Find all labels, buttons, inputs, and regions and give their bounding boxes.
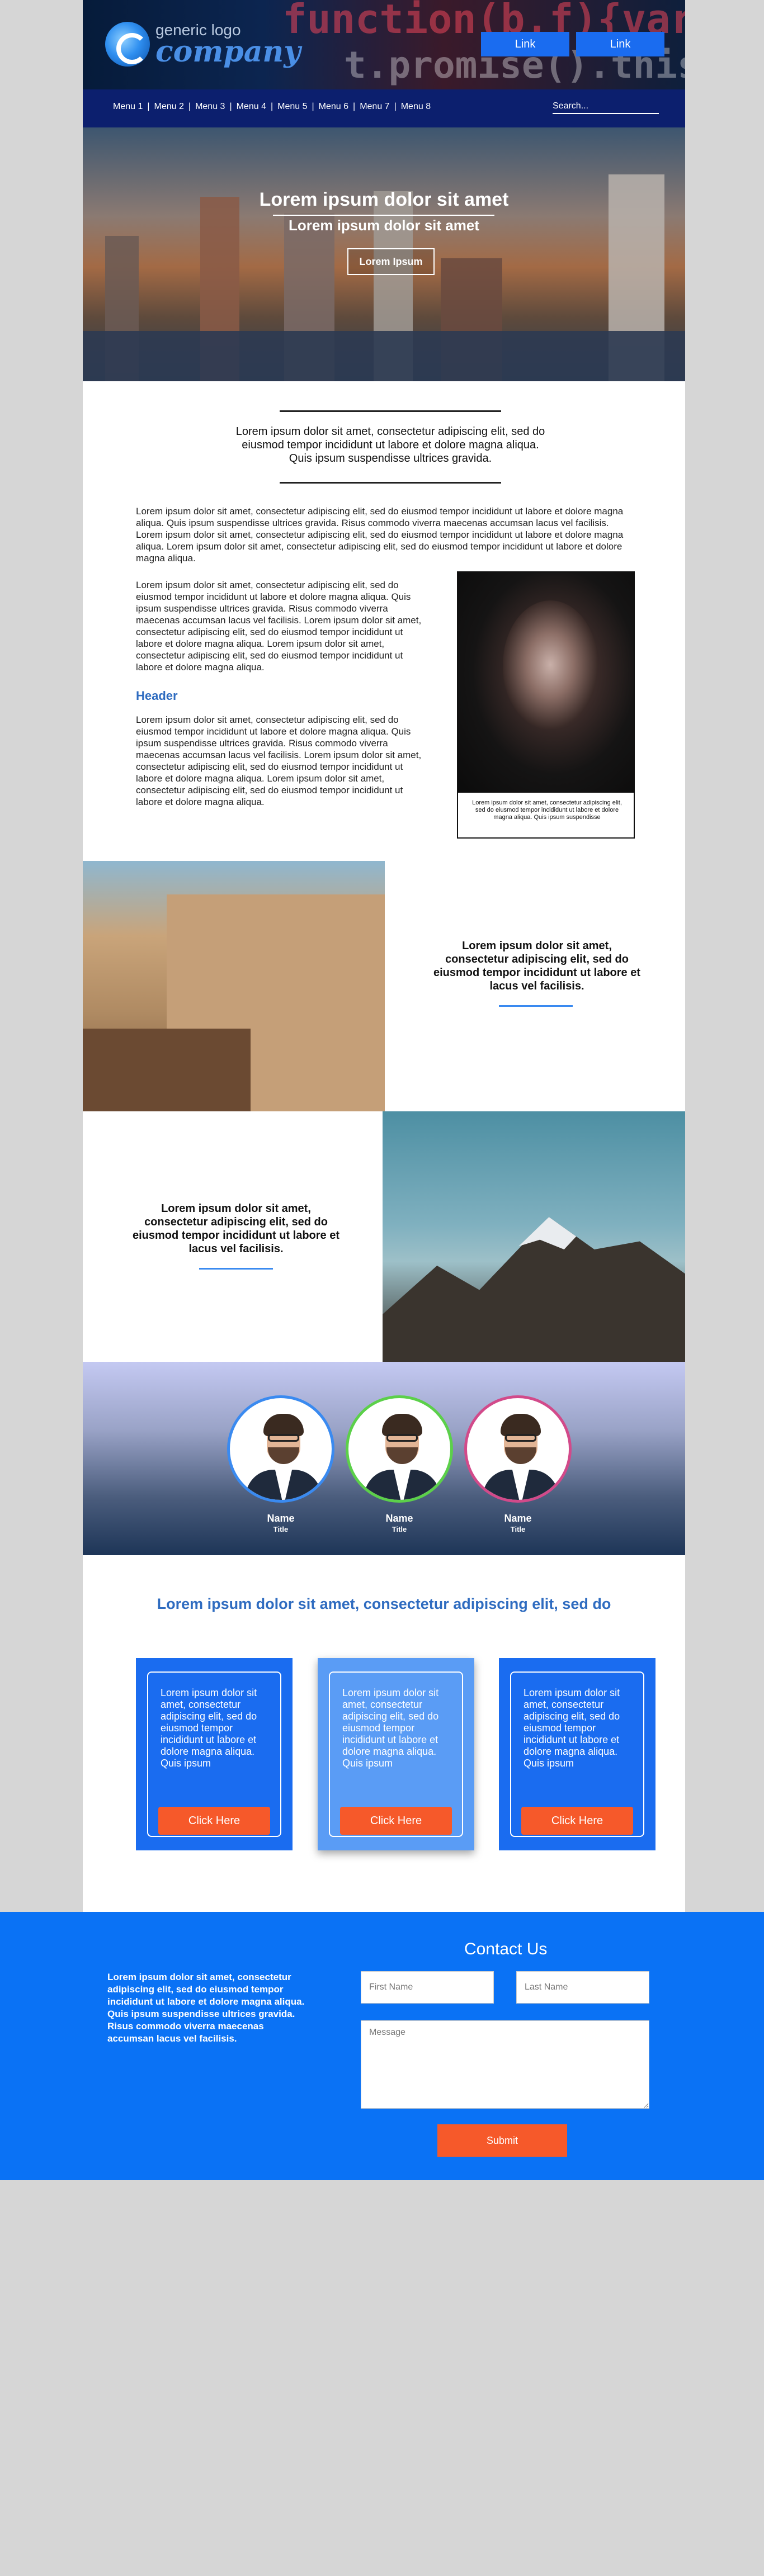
hero-title: Lorem ipsum dolor sit amet xyxy=(259,189,509,210)
card-click-here-button[interactable]: Click Here xyxy=(340,1807,452,1835)
submit-button[interactable]: Submit xyxy=(437,2124,567,2157)
river-bridge xyxy=(83,331,685,381)
nav-item-menu-6[interactable]: Menu 6 xyxy=(319,102,348,112)
search-input[interactable]: Search... xyxy=(553,100,659,114)
nav-item-menu-3[interactable]: Menu 3 xyxy=(195,102,225,112)
header-link-1[interactable]: Link xyxy=(481,32,569,56)
market-stall xyxy=(83,1029,251,1111)
avatar-hair xyxy=(382,1414,422,1436)
contact-description: Lorem ipsum dolor sit amet, consectetur … xyxy=(107,1972,305,2044)
lion-photo xyxy=(458,572,634,793)
first-name-field[interactable] xyxy=(361,1971,494,2004)
nav-item-menu-1[interactable]: Menu 1 xyxy=(113,102,143,112)
article-header: Header xyxy=(136,689,178,703)
nav-item-menu-4[interactable]: Menu 4 xyxy=(237,102,266,112)
team-member-avatar-2[interactable] xyxy=(346,1395,453,1503)
nav-separator: | xyxy=(188,102,191,111)
avatar-glasses xyxy=(505,1434,536,1442)
nav-separator: | xyxy=(353,102,356,111)
feature-card-3: Lorem ipsum dolor sit amet, consectetur … xyxy=(499,1658,655,1850)
card-frame: Lorem ipsum dolor sit amet, consectetur … xyxy=(329,1671,463,1837)
team-member-title-1: Title xyxy=(273,1525,289,1533)
team-section: Name Title Name Title Name Title xyxy=(83,1362,685,1555)
feature-text-1: Lorem ipsum dolor sit amet, consectetur … xyxy=(433,940,641,992)
article-paragraph-3: Lorem ipsum dolor sit amet, consectetur … xyxy=(136,714,422,807)
card-click-here-button[interactable]: Click Here xyxy=(158,1807,270,1835)
nav-separator: | xyxy=(270,102,273,111)
card-frame: Lorem ipsum dolor sit amet, consectetur … xyxy=(147,1671,281,1837)
nav-menu: Menu 1 | Menu 2 | Menu 3 | Menu 4 | Menu… xyxy=(113,102,431,112)
logo-swirl-icon xyxy=(105,22,150,67)
card-text: Lorem ipsum dolor sit amet, consectetur … xyxy=(161,1687,257,1769)
nav-item-menu-2[interactable]: Menu 2 xyxy=(154,102,184,112)
logo-company-text: company xyxy=(155,35,301,69)
team-member-avatar-1[interactable] xyxy=(227,1395,334,1503)
feature-card-2: Lorem ipsum dolor sit amet, consectetur … xyxy=(318,1658,474,1850)
intro-text: Lorem ipsum dolor sit amet, consectetur … xyxy=(235,425,545,465)
last-name-field[interactable] xyxy=(516,1971,649,2004)
team-member-name-1: Name xyxy=(267,1513,295,1524)
intro-bottom-divider xyxy=(280,482,501,484)
lion-image-card: Lorem ipsum dolor sit amet, consectetur … xyxy=(457,571,635,839)
header-link-2[interactable]: Link xyxy=(576,32,664,56)
avatar-glasses xyxy=(268,1434,299,1442)
feature-divider-2 xyxy=(199,1268,273,1270)
nav-item-menu-5[interactable]: Menu 5 xyxy=(277,102,307,112)
nav-item-menu-8[interactable]: Menu 8 xyxy=(401,102,431,112)
avatar-hair xyxy=(263,1414,304,1436)
avatar-hair xyxy=(501,1414,541,1436)
mountain-range xyxy=(383,1217,685,1362)
intro-top-divider xyxy=(280,410,501,412)
nav-item-menu-7[interactable]: Menu 7 xyxy=(360,102,389,112)
hero-subtitle: Lorem ipsum dolor sit amet xyxy=(289,217,479,234)
team-member-title-2: Title xyxy=(392,1525,407,1533)
main-nav: Menu 1 | Menu 2 | Menu 3 | Menu 4 | Menu… xyxy=(83,89,685,127)
avatar-beard xyxy=(505,1447,536,1464)
card-frame: Lorem ipsum dolor sit amet, consectetur … xyxy=(510,1671,644,1837)
contact-section: Contact Us Lorem ipsum dolor sit amet, c… xyxy=(0,1912,764,2180)
page-container: function(b,f){var g t.promise().this gen… xyxy=(83,0,685,1912)
avatar-glasses xyxy=(386,1434,418,1442)
cards-section-title: Lorem ipsum dolor sit amet, consectetur … xyxy=(157,1595,611,1612)
hero-divider xyxy=(273,215,494,216)
feature-card-1: Lorem ipsum dolor sit amet, consectetur … xyxy=(136,1658,293,1850)
card-text: Lorem ipsum dolor sit amet, consectetur … xyxy=(342,1687,439,1769)
logo[interactable]: generic logo company xyxy=(105,19,300,69)
nav-separator: | xyxy=(229,102,232,111)
lion-face xyxy=(503,600,598,729)
avatar-beard xyxy=(386,1447,418,1464)
site-header: function(b,f){var g t.promise().this gen… xyxy=(83,0,685,89)
team-member-title-3: Title xyxy=(510,1525,526,1533)
article-paragraph-1: Lorem ipsum dolor sit amet, consectetur … xyxy=(136,506,624,564)
team-member-name-3: Name xyxy=(504,1513,532,1524)
mountain-photo xyxy=(383,1111,685,1362)
contact-title: Contact Us xyxy=(464,1940,548,1958)
feature-text-2: Lorem ipsum dolor sit amet, consectetur … xyxy=(132,1202,340,1255)
nav-separator: | xyxy=(312,102,314,111)
card-text: Lorem ipsum dolor sit amet, consectetur … xyxy=(524,1687,620,1769)
card-click-here-button[interactable]: Click Here xyxy=(521,1807,633,1835)
nav-separator: | xyxy=(394,102,397,111)
message-field[interactable] xyxy=(361,2020,649,2109)
street-photo xyxy=(83,861,385,1111)
nav-separator: | xyxy=(147,102,150,111)
article-paragraph-2: Lorem ipsum dolor sit amet, consectetur … xyxy=(136,580,422,673)
hero-button[interactable]: Lorem Ipsum xyxy=(347,248,435,275)
team-member-name-2: Name xyxy=(385,1513,413,1524)
feature-divider-1 xyxy=(499,1005,573,1007)
team-member-avatar-3[interactable] xyxy=(464,1395,572,1503)
lion-caption: Lorem ipsum dolor sit amet, consectetur … xyxy=(472,799,622,821)
hero-banner: Lorem ipsum dolor sit amet Lorem ipsum d… xyxy=(83,127,685,381)
avatar-beard xyxy=(268,1447,299,1464)
